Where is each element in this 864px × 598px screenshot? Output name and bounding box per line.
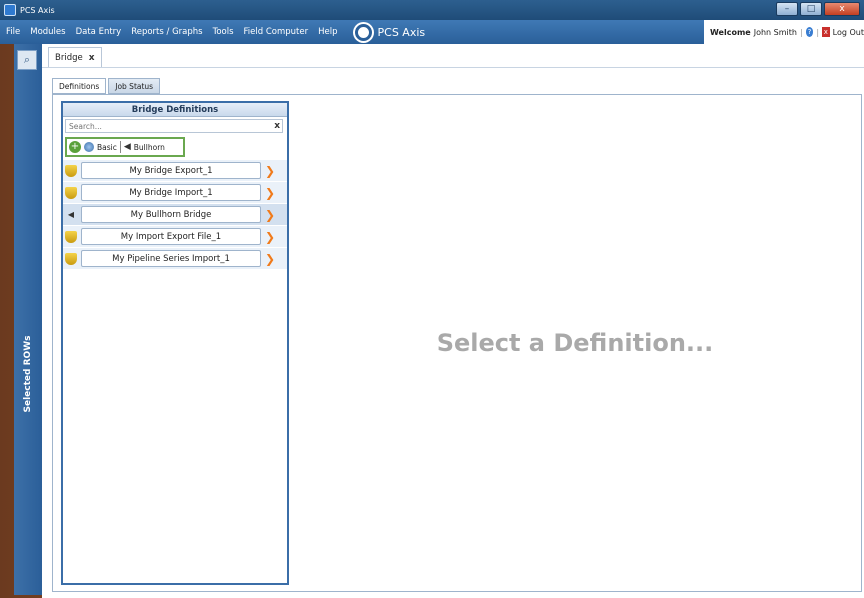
menu-modules[interactable]: Modules (25, 27, 70, 37)
definition-button[interactable]: My Bridge Export_1 (81, 162, 261, 179)
shield-icon (65, 164, 77, 177)
welcome-area: Welcome John Smith | ? | x Log Out (704, 20, 864, 44)
welcome-label: Welcome (710, 27, 751, 37)
separator: | (816, 27, 820, 37)
app-icon (4, 4, 16, 16)
placeholder-area: Select a Definition... (289, 95, 861, 591)
content-frame: Bridge Definitions x + Basic ◀ Bullhorn … (52, 94, 862, 592)
brand-name: PCS Axis (377, 25, 426, 39)
definition-button[interactable]: My Pipeline Series Import_1 (81, 250, 261, 267)
definitions-list: My Bridge Export_1 ❯ My Bridge Import_1 … (63, 160, 287, 269)
tab-definitions[interactable]: Definitions (52, 78, 107, 94)
chevron-right-icon[interactable]: ❯ (265, 230, 275, 244)
tab-bridge[interactable]: Bridge x (48, 47, 102, 67)
pcs-axis-logo-icon (354, 23, 372, 41)
tab-job-status[interactable]: Job Status (108, 78, 161, 94)
list-item[interactable]: My Pipeline Series Import_1 ❯ (63, 248, 287, 269)
separator: | (799, 27, 803, 37)
search-icon[interactable]: ⌕ (17, 50, 37, 70)
chevron-right-icon[interactable]: ❯ (265, 164, 275, 178)
panel-header: Bridge Definitions (63, 103, 287, 117)
divider (119, 141, 121, 153)
filter-bar: + Basic ◀ Bullhorn (65, 137, 185, 157)
chevron-right-icon[interactable]: ❯ (265, 186, 275, 200)
menu-field-computer[interactable]: Field Computer (239, 27, 314, 37)
globe-icon[interactable] (84, 142, 94, 152)
definition-button[interactable]: My Import Export File_1 (81, 228, 261, 245)
window-controls: – □ x (776, 2, 860, 16)
workspace: Bridge x Definitions Job Status Bridge D… (42, 44, 864, 598)
selected-rows-label[interactable]: Selected ROWs (23, 336, 33, 413)
filter-bullhorn[interactable]: Bullhorn (134, 143, 165, 152)
menu-file[interactable]: File (0, 27, 25, 37)
definition-button[interactable]: My Bridge Import_1 (81, 184, 261, 201)
clear-search-icon[interactable]: x (274, 120, 280, 132)
logout-icon[interactable]: x (822, 27, 830, 37)
minimize-button[interactable]: – (776, 2, 798, 16)
list-item[interactable]: My Bridge Export_1 ❯ (63, 160, 287, 181)
logout-link[interactable]: Log Out (833, 28, 864, 37)
search-box: x (65, 119, 283, 133)
list-item[interactable]: My Import Export File_1 ❯ (63, 226, 287, 247)
list-item[interactable]: ◀ My Bullhorn Bridge ❯ (63, 204, 287, 225)
shield-icon (65, 186, 77, 199)
close-tab-icon[interactable]: x (89, 53, 95, 63)
shield-icon (65, 252, 77, 265)
menu-reports-graphs[interactable]: Reports / Graphs (126, 27, 207, 37)
document-tab-bar: Bridge x (42, 44, 864, 68)
inner-tabs: Definitions Job Status (52, 78, 161, 94)
menu-bar: File Modules Data Entry Reports / Graphs… (0, 20, 864, 44)
help-icon[interactable]: ? (805, 27, 814, 37)
window-title: PCS Axis (20, 5, 55, 15)
search-input[interactable] (66, 120, 282, 132)
menu-help[interactable]: Help (313, 27, 342, 37)
bullhorn-icon: ◀ (67, 210, 75, 219)
tab-bridge-label: Bridge (55, 52, 83, 63)
menu-tools[interactable]: Tools (208, 27, 239, 37)
filter-basic[interactable]: Basic (97, 143, 117, 152)
shield-icon (65, 230, 77, 243)
bridge-definitions-panel: Bridge Definitions x + Basic ◀ Bullhorn … (61, 101, 289, 585)
title-bar: PCS Axis – □ x (0, 0, 864, 20)
chevron-right-icon[interactable]: ❯ (265, 208, 275, 222)
brand: PCS Axis (354, 23, 426, 41)
definition-button[interactable]: My Bullhorn Bridge (81, 206, 261, 223)
bullhorn-icon[interactable]: ◀ (124, 142, 131, 152)
placeholder-text: Select a Definition... (436, 329, 714, 357)
menu-data-entry[interactable]: Data Entry (71, 27, 127, 37)
user-name: John Smith (753, 27, 797, 37)
close-window-button[interactable]: x (824, 2, 860, 16)
maximize-button[interactable]: □ (800, 2, 822, 16)
add-definition-icon[interactable]: + (69, 141, 81, 153)
selected-rows-rail[interactable]: ⌕ Selected ROWs (14, 44, 42, 595)
list-item[interactable]: My Bridge Import_1 ❯ (63, 182, 287, 203)
chevron-right-icon[interactable]: ❯ (265, 252, 275, 266)
